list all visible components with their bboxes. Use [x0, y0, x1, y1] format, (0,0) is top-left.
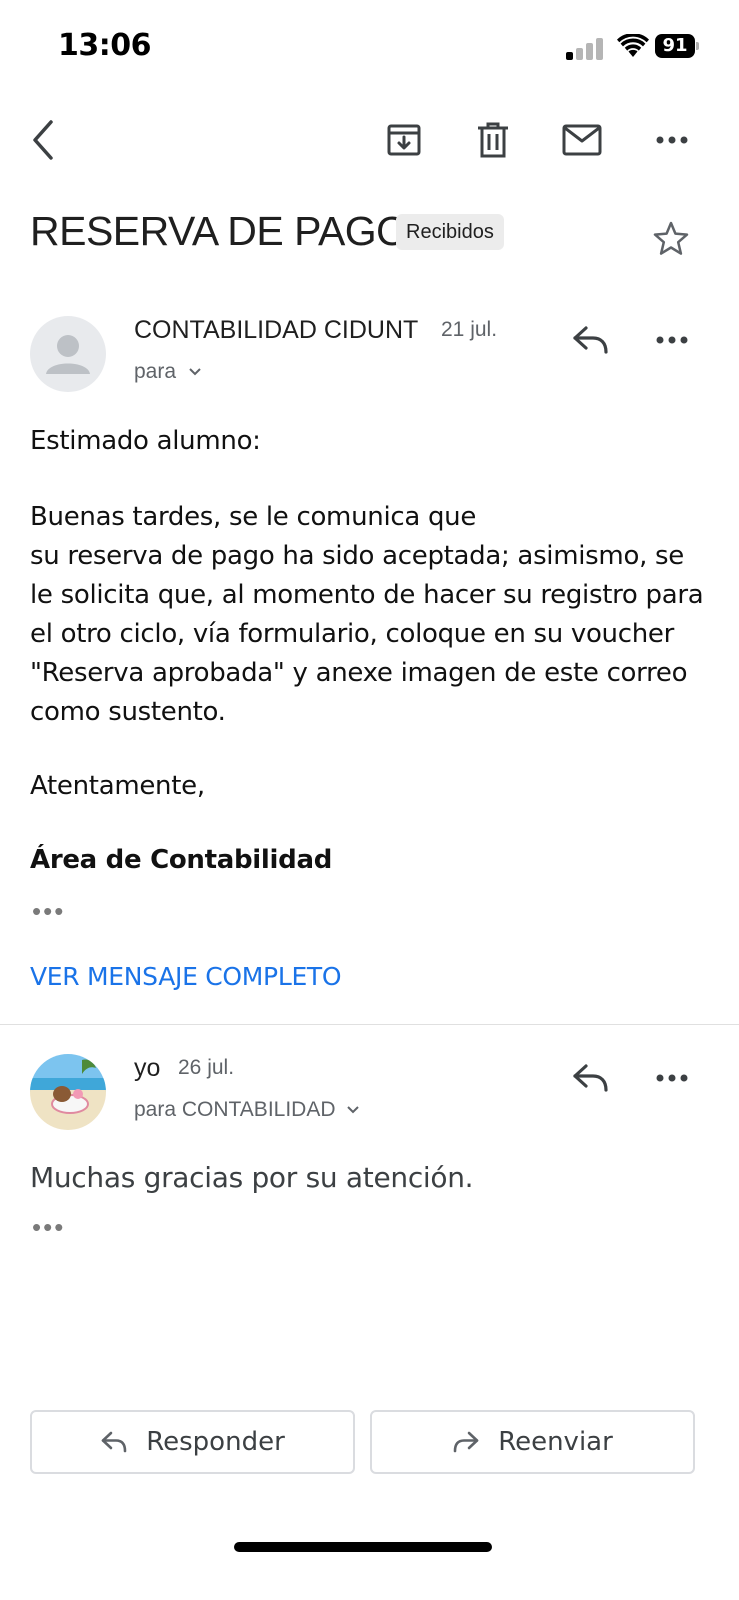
- star-icon[interactable]: [652, 220, 690, 258]
- status-time: 13:06: [58, 28, 152, 63]
- show-trimmed-content[interactable]: •••: [32, 1212, 65, 1243]
- message-date: 21 jul.: [441, 318, 498, 341]
- chevron-down-icon: [189, 368, 201, 376]
- forward-button[interactable]: Reenviar: [370, 1410, 695, 1474]
- back-arrow-icon[interactable]: [20, 118, 64, 162]
- email-signature: Área de Contabilidad: [30, 845, 333, 875]
- avatar: [30, 1054, 106, 1130]
- recipient-label: para: [134, 360, 177, 383]
- recipient-toggle[interactable]: para: [134, 360, 202, 384]
- reply-icon[interactable]: [568, 1056, 612, 1100]
- sender-name: CONTABILIDAD CIDUNT: [134, 316, 419, 344]
- chevron-down-icon: [346, 1106, 359, 1114]
- mail-icon[interactable]: [560, 118, 604, 162]
- battery-level: 91: [655, 34, 695, 58]
- paragraph-line: "Reserva aprobada" y anexe imagen de est…: [30, 658, 688, 688]
- avatar: [30, 316, 106, 392]
- email-body: Muchas gracias por su atención.: [30, 1161, 474, 1194]
- reply-icon: [101, 1431, 127, 1453]
- message-more-icon[interactable]: [650, 318, 694, 362]
- email-greeting: Estimado alumno:: [30, 426, 261, 456]
- paragraph-line: el otro ciclo, vía formulario, coloque e…: [30, 619, 674, 649]
- recipient-toggle[interactable]: para CONTABILIDAD: [134, 1098, 360, 1122]
- inbox-label-chip[interactable]: Recibidos: [396, 214, 504, 250]
- reply-icon[interactable]: [568, 318, 612, 362]
- paragraph-line: le solicita que, al momento de hacer su …: [30, 580, 704, 610]
- email-closing: Atentamente,: [30, 771, 205, 801]
- email-subject: RESERVA DE PAGO: [30, 208, 408, 254]
- paragraph-line: su reserva de pago ha sido aceptada; asi…: [30, 541, 684, 571]
- divider: [0, 1024, 739, 1025]
- paragraph-line: como sustento.: [30, 697, 226, 727]
- wifi-icon: [617, 34, 649, 57]
- more-icon[interactable]: [650, 118, 694, 162]
- forward-icon: [453, 1431, 479, 1453]
- paragraph-line: Buenas tardes, se le comunica que: [30, 502, 477, 532]
- cellular-signal-icon: [566, 36, 608, 60]
- archive-icon[interactable]: [382, 118, 426, 162]
- email-paragraph: Buenas tardes, se le comunica que su res…: [30, 498, 710, 732]
- home-indicator[interactable]: [234, 1542, 492, 1552]
- sender-name: yo: [134, 1054, 161, 1082]
- message-more-icon[interactable]: [650, 1056, 694, 1100]
- reply-button[interactable]: Responder: [30, 1410, 355, 1474]
- battery-icon: 91: [655, 34, 700, 58]
- message-date: 26 jul.: [178, 1056, 235, 1079]
- trash-icon[interactable]: [471, 118, 515, 162]
- reply-button-label: Responder: [146, 1427, 285, 1457]
- recipient-label: para CONTABILIDAD: [134, 1098, 336, 1121]
- forward-button-label: Reenviar: [498, 1427, 613, 1457]
- view-full-message-link[interactable]: VER MENSAJE COMPLETO: [30, 962, 342, 991]
- show-trimmed-content[interactable]: •••: [32, 896, 65, 927]
